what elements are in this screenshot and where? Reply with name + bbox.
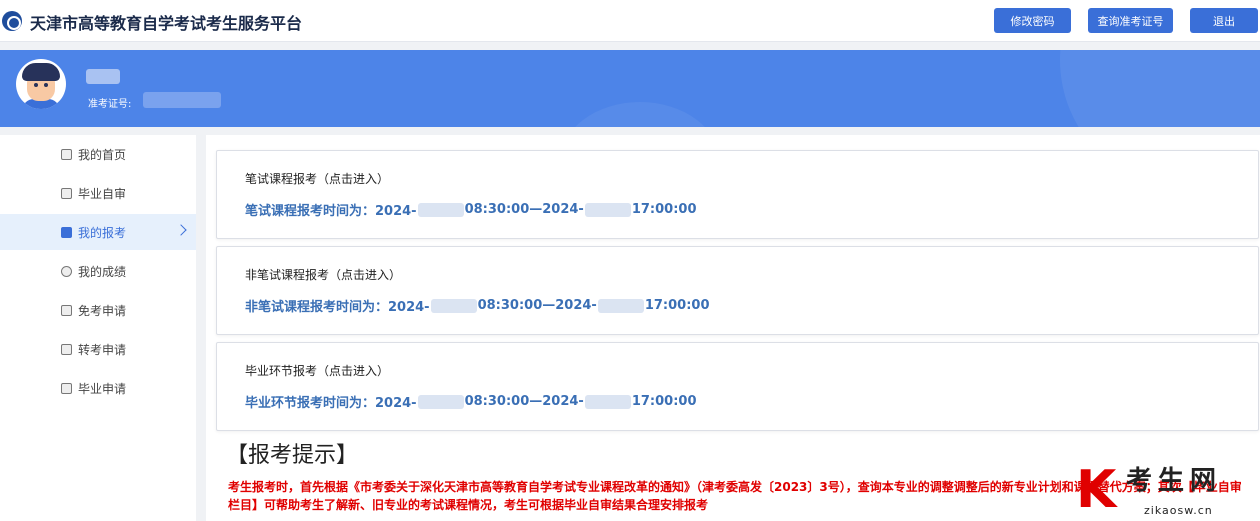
registration-tips-title: 【报考提示】 — [226, 443, 359, 468]
time-mid: 08:30:00—2024- — [464, 394, 584, 409]
graduation-stage-registration-card[interactable]: 毕业环节报考（点击进入） 毕业环节报考时间为：2024- 08:30:00—20… — [216, 342, 1259, 431]
sidebar-item-exemption[interactable]: 免考申请 — [0, 292, 196, 328]
watermark-letter: K — [1076, 460, 1117, 520]
sidebar-item-label: 毕业申请 — [78, 381, 127, 396]
form-icon — [61, 226, 72, 238]
time-prefix: 毕业环节报考时间为：2024- — [245, 396, 417, 411]
sidebar-item-label: 我的首页 — [78, 147, 127, 162]
card-time-range: 毕业环节报考时间为：2024- 08:30:00—2024- 17:00:00 — [245, 392, 697, 411]
card-title: 笔试课程报考（点击进入） — [245, 172, 390, 186]
time-mid: 08:30:00—2024- — [464, 202, 584, 217]
top-bar: 天津市高等教育自学考试考生服务平台 修改密码 查询准考证号 退出 — [0, 0, 1260, 42]
watermark-chinese: 考生网 — [1126, 466, 1223, 496]
blurred-student-name — [86, 69, 120, 84]
blurred-date — [417, 202, 464, 217]
medal-icon — [61, 265, 72, 277]
time-mid: 08:30:00—2024- — [477, 298, 597, 313]
sidebar-item-graduation-self-review[interactable]: 毕业自审 — [0, 175, 196, 211]
sidebar-item-my-scores[interactable]: 我的成绩 — [0, 253, 196, 289]
sidebar-item-home[interactable]: 我的首页 — [0, 136, 196, 172]
blurred-ticket-number — [143, 92, 221, 108]
watermark-logo: K 考生网 zikaosw.cn — [1070, 458, 1260, 521]
sidebar-item-label: 我的成绩 — [78, 264, 127, 279]
sidebar-item-my-registration[interactable]: 我的报考 — [0, 214, 196, 250]
non-written-exam-registration-card[interactable]: 非笔试课程报考（点击进入） 非笔试课程报考时间为：2024- 08:30:00—… — [216, 246, 1259, 335]
card-title: 毕业环节报考（点击进入） — [245, 364, 390, 378]
site-title: 天津市高等教育自学考试考生服务平台 — [30, 14, 303, 33]
card-title: 非笔试课程报考（点击进入） — [245, 268, 402, 282]
blurred-date — [417, 394, 464, 409]
query-ticket-button[interactable]: 查询准考证号 — [1088, 8, 1173, 33]
avatar — [16, 59, 66, 109]
decorative-arc — [560, 102, 720, 127]
sidebar: 我的首页 毕业自审 我的报考 我的成绩 免考申请 转考申请 毕业申请 — [0, 135, 196, 521]
written-exam-registration-card[interactable]: 笔试课程报考（点击进入） 笔试课程报考时间为：2024- 08:30:00—20… — [216, 150, 1259, 239]
time-prefix: 非笔试课程报考时间为：2024- — [245, 300, 430, 315]
card-time-range: 非笔试课程报考时间为：2024- 08:30:00—2024- 17:00:00 — [245, 296, 710, 315]
doc-icon — [61, 343, 72, 355]
card-time-range: 笔试课程报考时间为：2024- 08:30:00—2024- 17:00:00 — [245, 200, 697, 219]
logout-button[interactable]: 退出 — [1190, 8, 1258, 33]
doc-icon — [61, 304, 72, 316]
time-end: 17:00:00 — [631, 394, 697, 409]
blurred-date — [584, 394, 631, 409]
user-icon — [61, 187, 72, 199]
platform-logo-icon — [2, 11, 22, 31]
decorative-arc — [1060, 50, 1260, 127]
change-password-button[interactable]: 修改密码 — [994, 8, 1071, 33]
sidebar-item-transfer[interactable]: 转考申请 — [0, 331, 196, 367]
chevron-right-icon — [175, 224, 187, 236]
profile-banner: 准考证号: — [0, 50, 1260, 127]
blurred-date — [584, 202, 631, 217]
sidebar-item-graduation-application[interactable]: 毕业申请 — [0, 370, 196, 406]
sidebar-item-label: 毕业自审 — [78, 186, 127, 201]
ticket-number-label: 准考证号: — [88, 99, 132, 110]
user-icon — [61, 148, 72, 160]
watermark-url: zikaosw.cn — [1144, 504, 1213, 517]
time-prefix: 笔试课程报考时间为：2024- — [245, 204, 417, 219]
blurred-date — [430, 298, 477, 313]
sidebar-item-label: 免考申请 — [78, 303, 127, 318]
time-end: 17:00:00 — [644, 298, 710, 313]
sidebar-item-label: 我的报考 — [78, 225, 127, 240]
sidebar-item-label: 转考申请 — [78, 342, 127, 357]
time-end: 17:00:00 — [631, 202, 697, 217]
blurred-date — [597, 298, 644, 313]
doc-icon — [61, 382, 72, 394]
